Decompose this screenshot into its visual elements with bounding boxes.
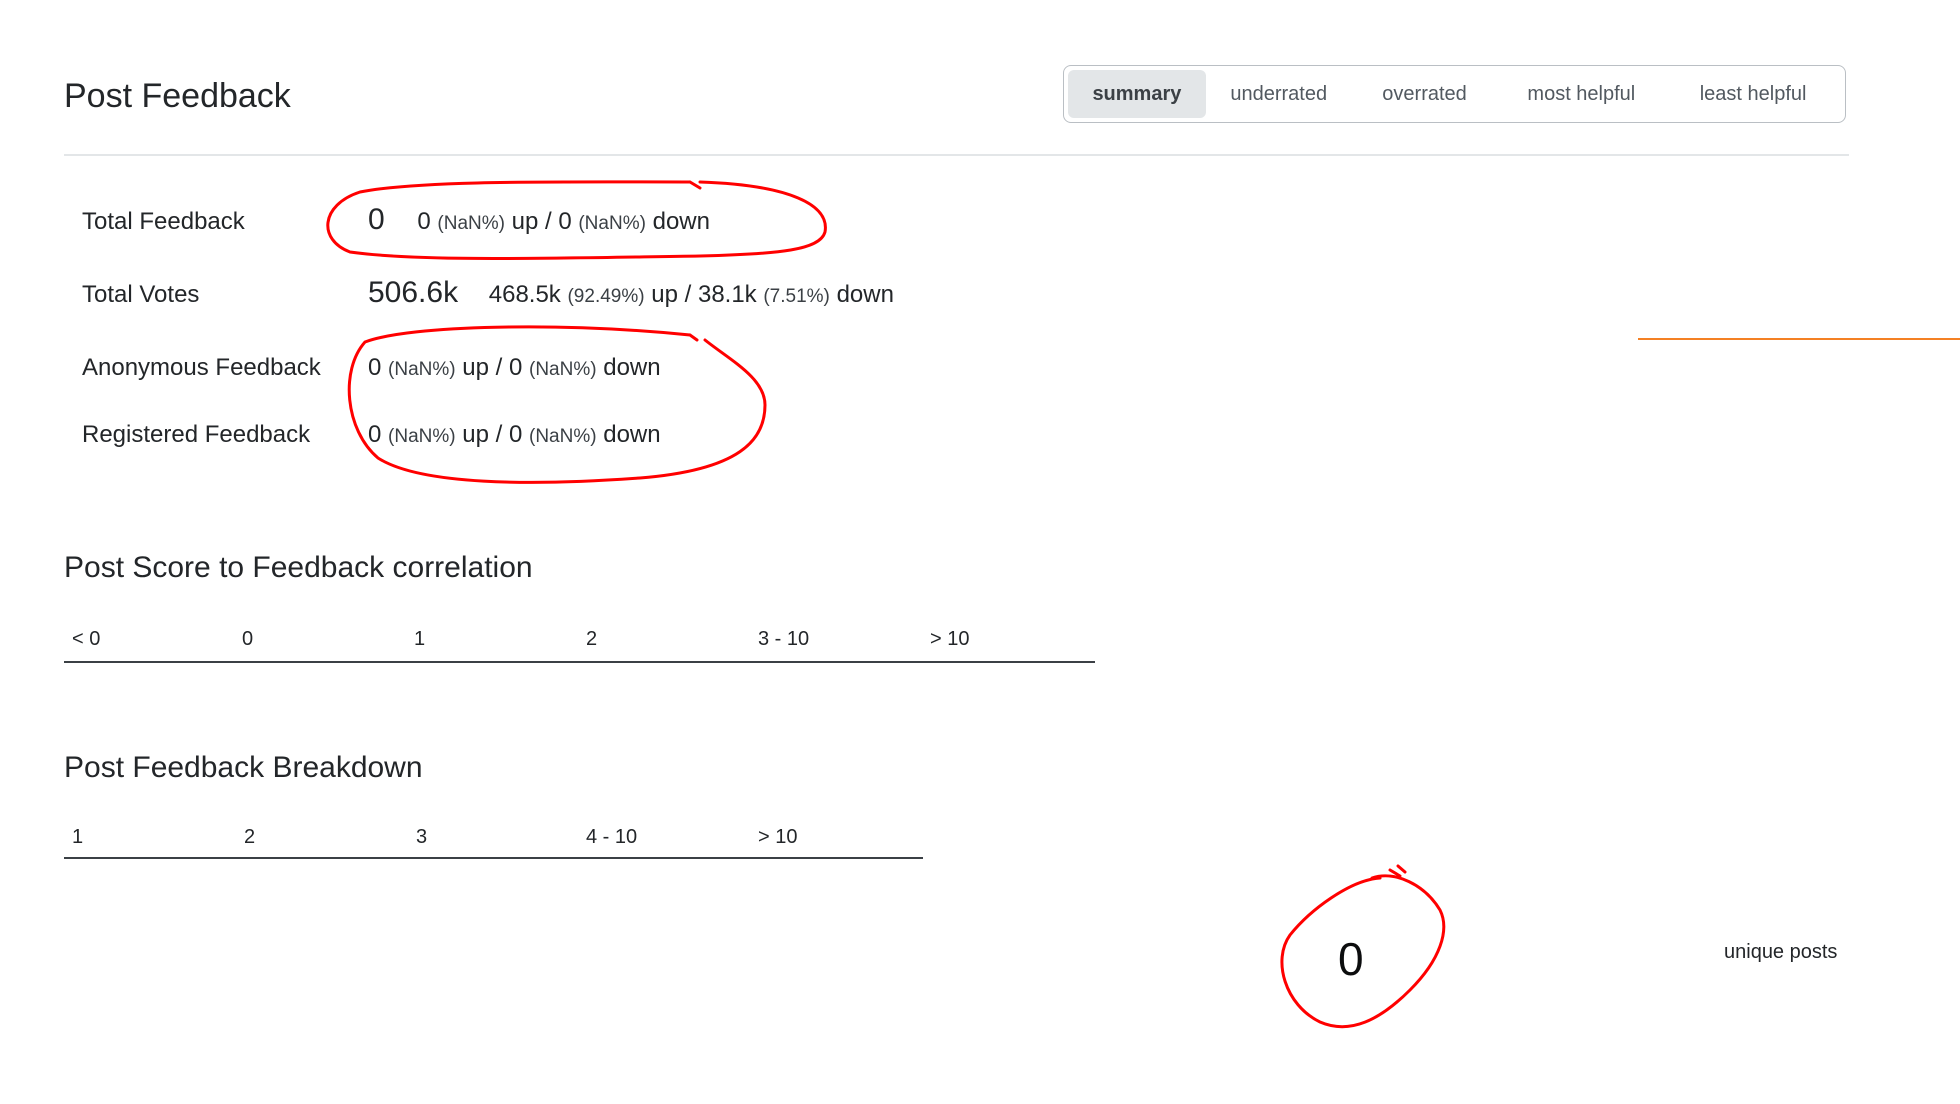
down-word: down: [652, 208, 710, 235]
period-month[interactable]: month: [1638, 294, 1960, 340]
down-percent: (NaN%): [578, 213, 646, 234]
correlation-buckets: < 0 0 1 2 3 - 10 > 10: [64, 624, 1095, 654]
breakdown-bucket: 4 - 10: [586, 826, 638, 848]
registered-feedback-value: 0 (NaN%) up / 0 (NaN%) down: [368, 420, 661, 452]
tab-overrated[interactable]: overrated: [1352, 70, 1498, 118]
total-feedback-label: Total Feedback: [82, 208, 245, 235]
down-percent: (NaN%): [529, 426, 597, 447]
up-percent: (NaN%): [388, 426, 456, 447]
up-count: 0: [368, 421, 382, 448]
breakdown-buckets: 1 2 3 4 - 10 > 10: [64, 822, 923, 852]
up-word: up /: [651, 281, 692, 308]
view-tabs: summary underrated overrated most helpfu…: [1063, 65, 1846, 123]
down-word: down: [836, 281, 894, 308]
period-week[interactable]: week: [1574, 248, 1960, 294]
down-count: 38.1k: [697, 281, 757, 308]
tab-summary[interactable]: summary: [1068, 70, 1206, 118]
breakdown-bucket: > 10: [758, 826, 798, 848]
breakdown-axis-line: [64, 857, 923, 859]
total-votes-count: 506.6k: [368, 276, 459, 309]
up-count: 468.5k: [488, 281, 561, 308]
down-percent: (7.51%): [763, 286, 830, 307]
breakdown-bucket: 2: [244, 826, 256, 848]
breakdown-bucket: 1: [72, 826, 84, 848]
breakdown-title: Post Feedback Breakdown: [64, 751, 423, 784]
tab-underrated[interactable]: underrated: [1210, 70, 1348, 118]
down-word: down: [603, 421, 661, 448]
correlation-bucket: 1: [414, 628, 426, 650]
period-day[interactable]: day: [1511, 202, 1960, 248]
page-title: Post Feedback: [64, 77, 291, 115]
anonymous-feedback-label: Anonymous Feedback: [82, 354, 321, 381]
unique-posts-count: 0: [1338, 933, 1364, 985]
correlation-bucket: < 0: [72, 628, 101, 650]
up-percent: (92.49%): [567, 286, 645, 307]
total-votes-value: 506.6k 468.5k (92.49%) up / 38.1k (7.51%…: [368, 278, 894, 312]
period-year[interactable]: year: [1744, 340, 1960, 386]
period-all[interactable]: all: [1814, 386, 1960, 432]
up-percent: (NaN%): [437, 213, 505, 234]
correlation-bucket: 3 - 10: [758, 628, 810, 650]
total-feedback-value: 0 0 (NaN%) up / 0 (NaN%) down: [368, 205, 710, 239]
correlation-axis-line: [64, 661, 1095, 663]
down-word: down: [603, 354, 661, 381]
registered-feedback-label: Registered Feedback: [82, 421, 311, 448]
tab-least-helpful[interactable]: least helpful: [1665, 70, 1841, 118]
breakdown-bucket: 3: [416, 826, 428, 848]
correlation-title: Post Score to Feedback correlation: [64, 551, 533, 584]
correlation-bucket: > 10: [930, 628, 970, 650]
up-word: up /: [511, 208, 552, 235]
down-count: 0: [508, 354, 523, 381]
unique-posts-label: unique posts: [1724, 941, 1838, 963]
up-percent: (NaN%): [388, 359, 456, 380]
header-divider: [64, 154, 1849, 156]
total-votes-label: Total Votes: [82, 281, 200, 308]
up-count: 0: [368, 354, 382, 381]
total-feedback-count: 0: [368, 203, 385, 236]
up-word: up /: [462, 421, 503, 448]
anonymous-feedback-value: 0 (NaN%) up / 0 (NaN%) down: [368, 353, 661, 385]
annotation-circle-anon-registered: [347, 325, 767, 484]
correlation-bucket: 2: [586, 628, 598, 650]
up-count: 0: [417, 208, 431, 235]
up-word: up /: [462, 354, 503, 381]
down-percent: (NaN%): [529, 359, 597, 380]
correlation-bucket: 0: [242, 628, 254, 650]
tab-most-helpful[interactable]: most helpful: [1501, 70, 1661, 118]
down-count: 0: [508, 421, 523, 448]
down-count: 0: [558, 208, 572, 235]
